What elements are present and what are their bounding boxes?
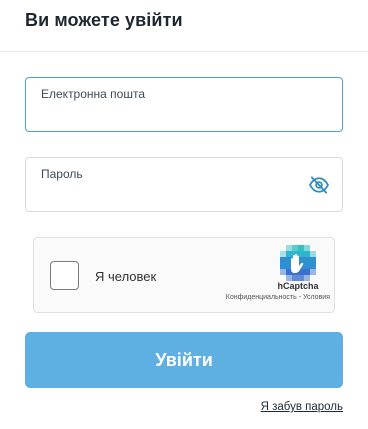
captcha-links: Конфиденциальность - Условия	[198, 294, 330, 301]
page-header: Ви можете увійти	[0, 0, 368, 52]
page-title: Ви можете увійти	[25, 10, 183, 30]
email-field-label: Електронна пошта	[41, 87, 146, 101]
captcha-checkbox-label: Я человек	[95, 269, 157, 284]
login-button[interactable]: Увійти	[25, 332, 343, 388]
captcha-checkbox[interactable]	[50, 261, 79, 290]
password-field-label: Пароль	[41, 167, 83, 181]
email-field[interactable]: Електронна пошта	[25, 77, 343, 132]
forgot-password-link[interactable]: Я забув пароль	[261, 401, 343, 413]
hcaptcha-logo-icon	[280, 245, 316, 281]
password-field[interactable]: Пароль	[25, 157, 343, 212]
captcha-terms-link[interactable]: Условия	[303, 294, 330, 301]
email-input[interactable]	[40, 104, 310, 124]
password-input[interactable]	[40, 184, 310, 204]
captcha-privacy-link[interactable]: Конфиденциальность	[226, 294, 297, 301]
eye-slash-icon[interactable]	[308, 176, 330, 194]
captcha-widget: Я человек hCaptcha Конфиденциальность - …	[33, 237, 335, 313]
captcha-brand: hCaptcha	[277, 281, 319, 291]
